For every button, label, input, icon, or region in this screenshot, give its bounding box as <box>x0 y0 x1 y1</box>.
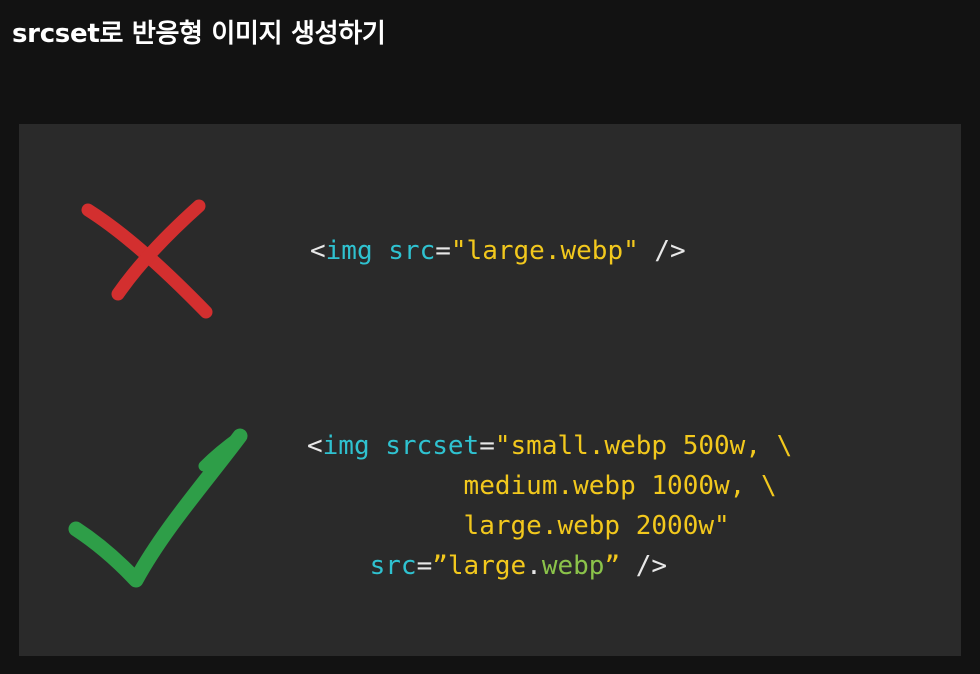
code-token: = <box>435 236 451 266</box>
code-token: "small.webp 500w, \ <box>494 431 793 461</box>
page: srcset로 반응형 이미지 생성하기 <img src="large.web… <box>0 0 980 674</box>
code-token: img <box>322 431 370 461</box>
code-token: < <box>307 431 323 461</box>
code-token: large.webp 2000w" <box>463 511 730 541</box>
red-x-icon <box>81 199 213 319</box>
code-token: src <box>369 551 417 581</box>
good-code-snippet: <img srcset="small.webp 500w, \ medium.w… <box>307 426 792 586</box>
slide-panel: <img src="large.webp" /> <img srcset="sm… <box>19 124 961 656</box>
code-token: ” <box>604 551 621 581</box>
code-token: img <box>325 236 373 266</box>
code-token: /> <box>638 236 686 266</box>
code-token: webp <box>541 551 605 581</box>
code-token: srcset <box>385 431 480 461</box>
bad-code-snippet: <img src="large.webp" /> <box>310 231 686 271</box>
code-token: /> <box>620 551 668 581</box>
green-check-icon <box>68 428 248 588</box>
code-token: = <box>416 551 433 581</box>
code-token: . <box>526 551 542 581</box>
code-token: "large.webp" <box>450 236 639 266</box>
code-token: < <box>310 236 326 266</box>
code-token: ”large <box>432 551 527 581</box>
code-token: = <box>479 431 495 461</box>
code-token: src <box>388 236 436 266</box>
page-title: srcset로 반응형 이미지 생성하기 <box>12 19 386 49</box>
code-token: medium.webp 1000w, \ <box>463 471 777 501</box>
